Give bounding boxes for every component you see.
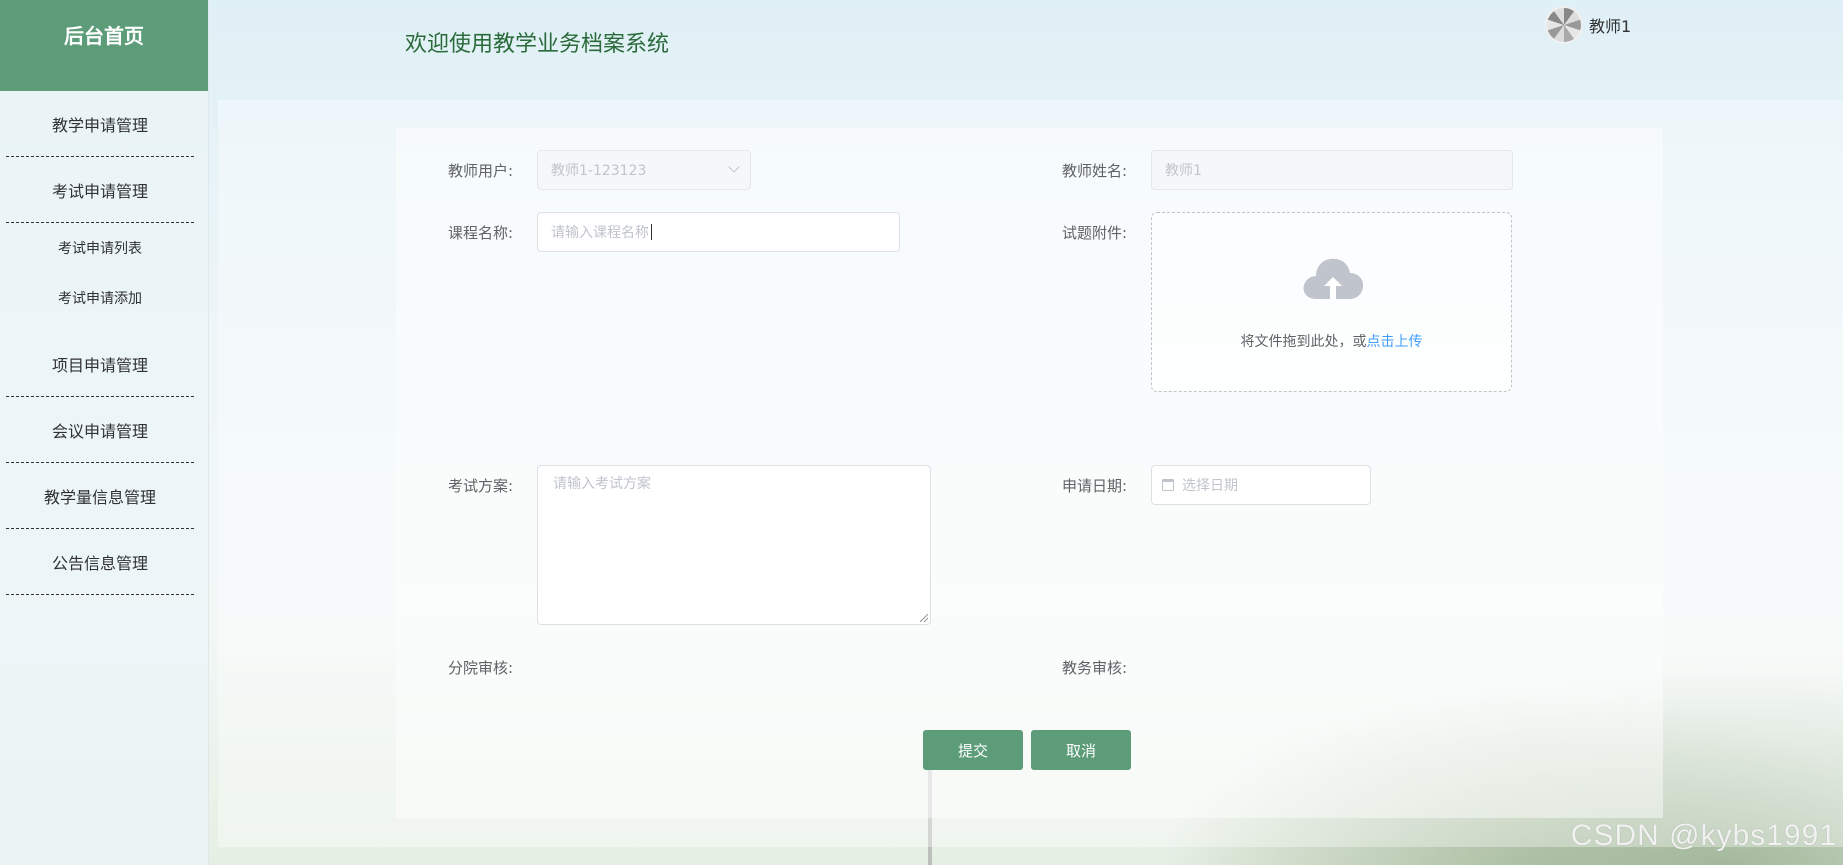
user-name: 教师1 [1589, 17, 1632, 36]
apply-date-placeholder: 选择日期 [1182, 478, 1238, 494]
upload-link[interactable]: 点击上传 [1367, 334, 1423, 350]
teacher-name-field[interactable]: 教师1 [1151, 150, 1513, 190]
sidebar-home-link[interactable]: 后台首页 [0, 0, 208, 91]
calendar-icon [1162, 479, 1174, 491]
resize-handle[interactable] [920, 614, 928, 622]
exam-plan-placeholder: 请输入考试方案 [553, 476, 651, 492]
upload-dropzone[interactable]: 将文件拖到此处，或点击上传 [1151, 212, 1512, 392]
apply-date-picker[interactable]: 选择日期 [1151, 465, 1371, 505]
exam-plan-label: 考试方案: [447, 477, 513, 495]
sidebar-item-announcement[interactable]: 公告信息管理 [6, 529, 194, 595]
sidebar-item-teaching-application[interactable]: 教学申请管理 [6, 91, 194, 157]
exam-plan-textarea[interactable]: 请输入考试方案 [537, 465, 931, 625]
teacher-user-value: 教师1-123123 [551, 163, 647, 179]
course-name-input[interactable]: 请输入课程名称 [537, 212, 900, 252]
cancel-button[interactable]: 取消 [1031, 730, 1131, 770]
user-menu[interactable]: 教师1 [1545, 6, 1631, 44]
upload-hint: 将文件拖到此处，或点击上传 [1152, 331, 1511, 351]
upload-text: 将文件拖到此处，或 [1240, 334, 1367, 350]
attachment-label: 试题附件: [1061, 224, 1127, 242]
branch-review-label: 分院审核: [447, 659, 513, 677]
teacher-user-label: 教师用户: [447, 162, 513, 180]
chevron-down-icon [728, 161, 740, 173]
sidebar-subitem-exam-add[interactable]: 考试申请添加 [6, 273, 194, 323]
sidebar: 后台首页 教学申请管理 考试申请管理 考试申请列表 考试申请添加 项目申请管理 … [0, 0, 209, 865]
watermark: CSDN @kybs1991 [1570, 819, 1837, 852]
sidebar-item-exam-application[interactable]: 考试申请管理 [6, 157, 194, 223]
sidebar-item-project-application[interactable]: 项目申请管理 [6, 331, 194, 397]
sidebar-subitem-exam-list[interactable]: 考试申请列表 [6, 223, 194, 273]
submit-button[interactable]: 提交 [923, 730, 1023, 770]
teacher-name-value: 教师1 [1165, 163, 1202, 179]
course-name-placeholder: 请输入课程名称 [551, 225, 649, 241]
teacher-user-select[interactable]: 教师1-123123 [537, 150, 751, 190]
teacher-name-label: 教师姓名: [1061, 162, 1127, 180]
academic-review-label: 教务审核: [1061, 659, 1127, 677]
text-cursor [651, 224, 652, 240]
course-name-label: 课程名称: [447, 224, 513, 242]
page-title: 欢迎使用教学业务档案系统 [405, 32, 670, 57]
sidebar-item-teaching-load[interactable]: 教学量信息管理 [6, 463, 194, 529]
upload-cloud-icon [1303, 258, 1364, 299]
avatar[interactable] [1545, 6, 1583, 44]
sidebar-item-meeting-application[interactable]: 会议申请管理 [6, 397, 194, 463]
apply-date-label: 申请日期: [1061, 477, 1127, 495]
